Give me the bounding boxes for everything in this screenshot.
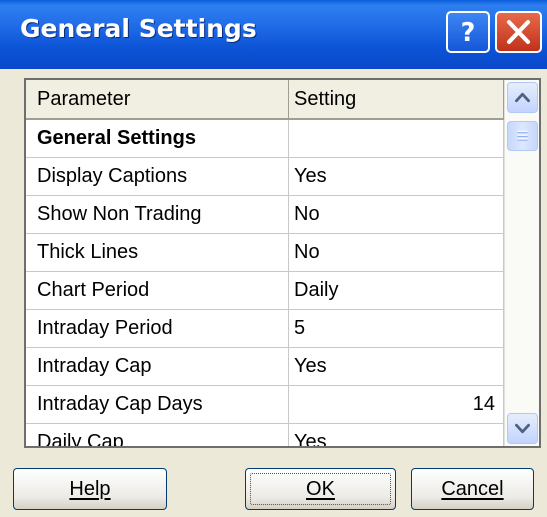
parameter-cell: Daily Cap — [26, 424, 289, 446]
chevron-up-icon — [515, 92, 530, 103]
parameter-cell: General Settings — [26, 120, 289, 158]
help-button[interactable]: Help — [13, 468, 167, 510]
setting-cell[interactable]: Yes — [289, 424, 504, 446]
parameter-cell: Display Captions — [26, 158, 289, 196]
table-row[interactable]: Thick Lines No — [26, 234, 504, 272]
table-row[interactable]: Display Captions Yes — [26, 158, 504, 196]
table-row[interactable]: Show Non Trading No — [26, 196, 504, 234]
parameter-cell: Show Non Trading — [26, 196, 289, 234]
grid-header: Parameter Setting — [26, 80, 504, 120]
setting-cell[interactable]: No — [289, 196, 504, 234]
svg-text:?: ? — [461, 17, 476, 47]
column-header-setting[interactable]: Setting — [289, 80, 504, 120]
setting-cell[interactable]: Daily — [289, 272, 504, 310]
table-row[interactable]: Intraday Cap Yes — [26, 348, 504, 386]
table-row[interactable]: Intraday Cap Days 14 — [26, 386, 504, 424]
parameter-cell: Thick Lines — [26, 234, 289, 272]
grip-icon — [517, 130, 528, 141]
section-row[interactable]: General Settings — [26, 120, 504, 158]
scroll-thumb[interactable] — [507, 121, 538, 151]
cancel-button[interactable]: Cancel — [411, 468, 534, 510]
help-title-button[interactable]: ? — [446, 11, 490, 53]
table-row[interactable]: Intraday Period 5 — [26, 310, 504, 348]
question-mark-icon: ? — [461, 17, 476, 47]
parameter-cell: Intraday Cap — [26, 348, 289, 386]
scroll-up-button[interactable] — [507, 82, 538, 113]
table-row[interactable]: Daily Cap Yes — [26, 424, 504, 446]
close-title-button[interactable] — [495, 11, 542, 53]
parameter-cell: Intraday Period — [26, 310, 289, 348]
column-header-parameter[interactable]: Parameter — [26, 80, 289, 120]
parameter-cell: Chart Period — [26, 272, 289, 310]
vertical-scrollbar[interactable] — [504, 80, 539, 446]
settings-dialog: General Settings ? Parameter Setting Gen… — [0, 0, 547, 517]
ok-button[interactable]: OK — [245, 468, 396, 510]
close-icon — [506, 20, 531, 44]
setting-cell[interactable]: Yes — [289, 348, 504, 386]
settings-grid: Parameter Setting General Settings Displ… — [24, 78, 541, 448]
setting-cell[interactable]: 14 — [289, 386, 504, 424]
setting-cell[interactable] — [289, 120, 504, 158]
setting-cell[interactable]: 5 — [289, 310, 504, 348]
table-row[interactable]: Chart Period Daily — [26, 272, 504, 310]
parameter-cell: Intraday Cap Days — [26, 386, 289, 424]
setting-cell[interactable]: No — [289, 234, 504, 272]
scroll-down-button[interactable] — [507, 413, 538, 444]
chevron-down-icon — [515, 423, 530, 434]
setting-cell[interactable]: Yes — [289, 158, 504, 196]
title-bar[interactable]: General Settings ? — [0, 0, 547, 69]
grid-body: Parameter Setting General Settings Displ… — [26, 80, 504, 446]
dialog-title: General Settings — [20, 14, 257, 43]
